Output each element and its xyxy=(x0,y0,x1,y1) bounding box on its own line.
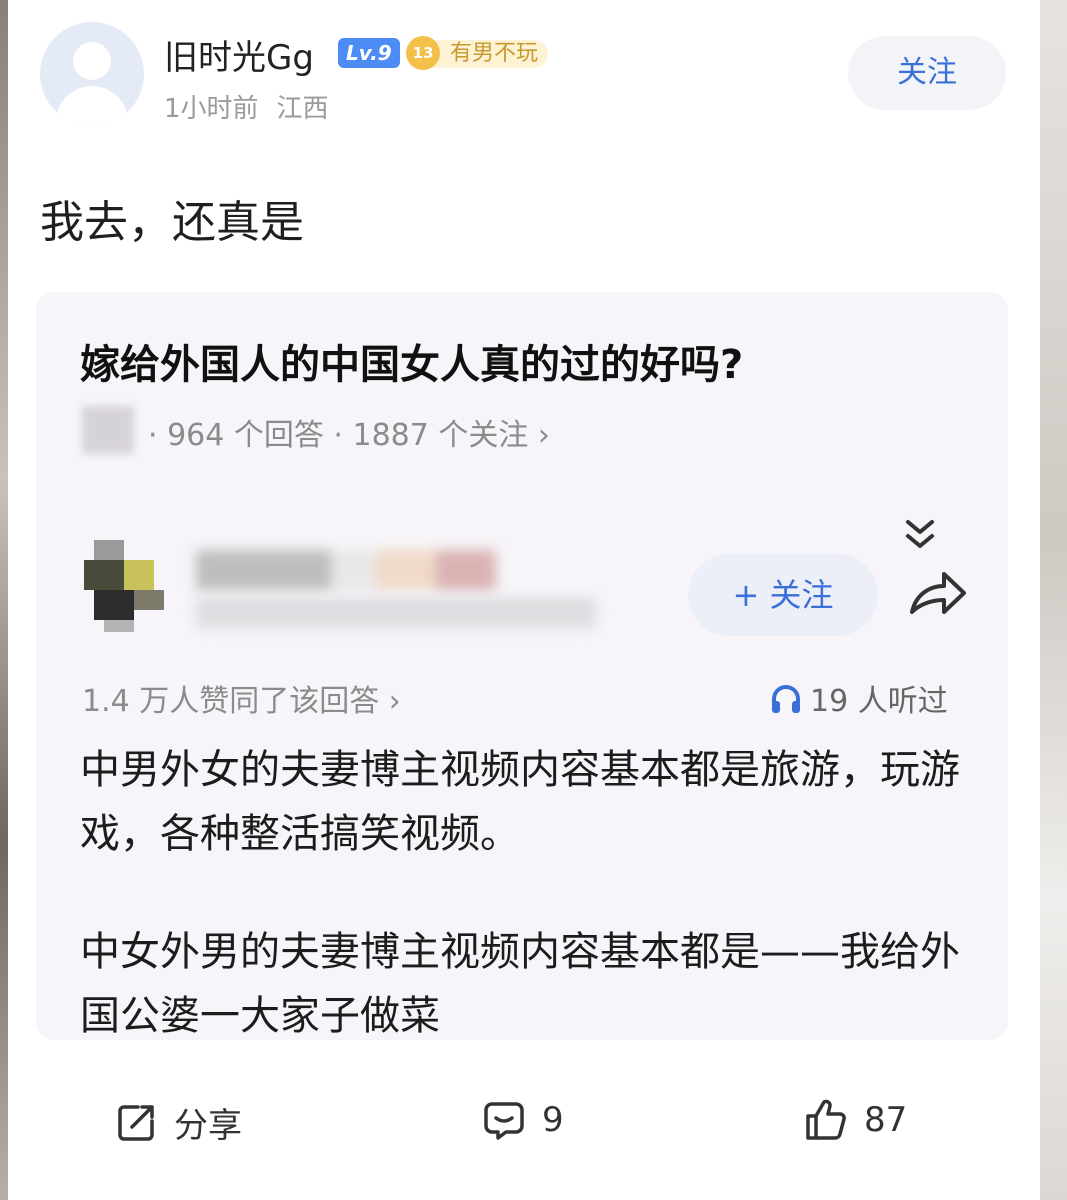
level-badge: Lv.9 xyxy=(338,38,400,68)
like-icon xyxy=(806,1099,846,1140)
like-action[interactable]: 87 xyxy=(804,1098,907,1148)
share-arrow-icon[interactable] xyxy=(906,566,968,620)
background-edge-left xyxy=(0,0,8,1200)
background-edge-right xyxy=(1040,0,1067,1200)
comment-action[interactable]: 9 xyxy=(482,1098,564,1148)
avatar-placeholder-head xyxy=(73,42,111,80)
follow-button[interactable]: 关注 xyxy=(848,36,1006,110)
answer-paragraph-2: 中女外男的夫妻博主视频内容基本都是——我给外国公婆一大家子做菜 xyxy=(80,929,960,1039)
medal-title: 有男不玩 xyxy=(432,40,549,68)
listen-text: 19 人听过 xyxy=(810,684,948,719)
share-action[interactable]: 分享 xyxy=(114,1098,242,1148)
headphone-icon xyxy=(772,685,800,713)
quoted-answer-card[interactable]: 嫁给外国人的中国女人真的过的好吗? · 964 个回答 · 1887 个关注 ›… xyxy=(36,292,1008,1040)
answerer-subtitle-blurred xyxy=(196,598,596,628)
post-text: 我去，还真是 xyxy=(40,197,304,248)
agree-count[interactable]: 1.4 万人赞同了该回答 › xyxy=(82,676,401,720)
user-avatar[interactable] xyxy=(40,22,144,126)
answerer-follow-button[interactable]: + 关注 xyxy=(688,554,878,636)
comment-count: 9 xyxy=(542,1100,564,1140)
post-meta: 1小时前 江西 xyxy=(164,88,329,125)
collapse-icon[interactable] xyxy=(900,514,940,554)
avatar-placeholder-body xyxy=(56,86,128,126)
answerer-name-blurred xyxy=(196,550,496,590)
post-screen: 旧时光Gg Lv.9 有男不玩 13 1小时前 江西 关注 我去，还真是 嫁给外国… xyxy=(8,0,1040,1200)
post-location: 江西 xyxy=(276,94,329,124)
question-title[interactable]: 嫁给外国人的中国女人真的过的好吗? xyxy=(80,332,743,390)
answerer-avatar-blurred[interactable] xyxy=(84,540,176,632)
comment-icon xyxy=(484,1102,524,1140)
blurred-tag xyxy=(82,406,134,454)
like-count: 87 xyxy=(864,1100,908,1140)
username[interactable]: 旧时光Gg xyxy=(164,30,314,79)
post-time: 1小时前 xyxy=(164,94,259,124)
medal-icon: 13 xyxy=(406,36,440,70)
share-label: 分享 xyxy=(174,1106,242,1146)
listen-count: 19 人听过 xyxy=(770,676,948,720)
question-stats[interactable]: · 964 个回答 · 1887 个关注 › xyxy=(148,410,550,454)
share-icon xyxy=(118,1104,154,1141)
answer-paragraph-1: 中男外女的夫妻博主视频内容基本都是旅游，玩游戏，各种整活搞笑视频。 xyxy=(80,747,960,857)
